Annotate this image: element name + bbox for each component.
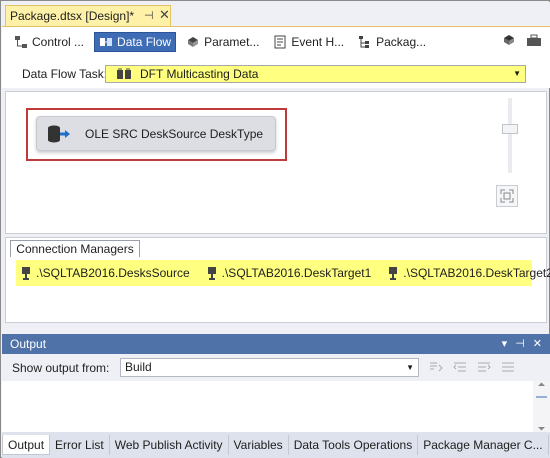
component-label: OLE SRC DeskSource DeskType xyxy=(85,126,264,141)
connection-managers-tab[interactable]: Connection Managers xyxy=(10,240,140,257)
tab-error-list[interactable]: Error List xyxy=(50,435,110,455)
connection-managers-panel: Connection Managers .\SQLTAB2016.DesksSo… xyxy=(5,237,550,323)
event-handlers-icon xyxy=(273,35,287,49)
output-panel-title: Output xyxy=(10,337,47,351)
toolbox-icon[interactable] xyxy=(526,33,542,50)
data-flow-task-value: DFT Multicasting Data xyxy=(140,67,259,81)
connection-manager-label: .\SQLTAB2016.DeskTarget1 xyxy=(221,266,372,280)
tab-web-publish-activity[interactable]: Web Publish Activity xyxy=(110,435,229,455)
document-tab-strip: Package.dtsx [Design]* ⊣ ✕ xyxy=(2,2,550,26)
window-position-icon[interactable]: ▾ xyxy=(502,337,508,350)
close-icon[interactable]: ✕ xyxy=(533,337,542,350)
tab-package-explorer[interactable]: Packag... xyxy=(354,32,430,52)
zoom-fit-button[interactable] xyxy=(496,185,518,207)
tab-label: Control ... xyxy=(32,34,85,49)
task-icon xyxy=(116,68,132,80)
parameters-icon xyxy=(186,35,200,49)
tab-data-tools-operations[interactable]: Data Tools Operations xyxy=(289,435,419,455)
vertical-scrollbar[interactable] xyxy=(533,381,550,432)
close-icon[interactable]: ✕ xyxy=(159,7,170,23)
data-flow-icon xyxy=(99,35,113,49)
output-source-select[interactable]: Build ▼ xyxy=(120,358,419,377)
document-tab-title: Package.dtsx [Design]* xyxy=(10,9,135,23)
connection-manager-label: .\SQLTAB2016.DesksSource xyxy=(36,266,190,280)
data-flow-task-row: Data Flow Task: DFT Multicasting Data ▼ xyxy=(2,56,550,88)
output-toolbar: Show output from: Build ▼ xyxy=(2,354,550,381)
connection-manager-item[interactable]: .\SQLTAB2016.DeskTarget1 xyxy=(206,266,372,280)
connection-manager-label: .\SQLTAB2016.DeskTarget2 xyxy=(403,266,550,280)
pin-icon[interactable]: ⊣ xyxy=(144,9,154,22)
data-flow-task-label: Data Flow Task: xyxy=(22,67,108,81)
tab-package-manager-console[interactable]: Package Manager C... xyxy=(418,435,549,455)
show-output-from-label: Show output from: xyxy=(12,361,110,375)
tab-label: Paramet... xyxy=(204,34,260,49)
output-toolbar-buttons xyxy=(428,360,516,374)
connection-icon xyxy=(20,266,32,280)
output-panel-header: Output ▾ ⊣ ✕ xyxy=(2,334,550,354)
tab-label: Data Flow xyxy=(117,34,172,49)
tab-parameters[interactable]: Paramet... xyxy=(182,32,263,52)
output-source-value: Build xyxy=(125,360,152,374)
next-message-icon[interactable] xyxy=(476,360,492,374)
output-text-area[interactable] xyxy=(2,381,550,432)
designer-toolbar-right xyxy=(502,33,542,50)
connection-managers-list: .\SQLTAB2016.DesksSource .\SQLTAB2016.De… xyxy=(16,260,550,286)
variables-icon[interactable] xyxy=(502,33,516,50)
tab-event-handlers[interactable]: Event H... xyxy=(269,32,348,52)
chevron-down-icon: ▼ xyxy=(406,363,414,372)
ole-db-source-icon xyxy=(47,124,71,144)
ole-db-source-component[interactable]: OLE SRC DeskSource DeskType xyxy=(36,116,276,151)
data-flow-task-select[interactable]: DFT Multicasting Data ▼ xyxy=(105,65,526,83)
tab-variables[interactable]: Variables xyxy=(229,435,289,455)
package-explorer-icon xyxy=(358,35,372,49)
tab-data-flow[interactable]: Data Flow xyxy=(94,31,177,52)
tab-output[interactable]: Output xyxy=(2,435,51,455)
tab-label: Event H... xyxy=(291,34,345,49)
component-callout: OLE SRC DeskSource DeskType xyxy=(26,108,287,161)
control-flow-icon xyxy=(14,35,28,49)
chevron-down-icon: ▼ xyxy=(513,69,521,78)
data-flow-design-surface[interactable]: OLE SRC DeskSource DeskType xyxy=(5,91,547,234)
bottom-tool-tabs: Output Error List Web Publish Activity V… xyxy=(2,432,550,458)
ssis-designer-window: Package.dtsx [Design]* ⊣ ✕ Control ... D… xyxy=(0,0,550,458)
pin-icon[interactable]: ⊣ xyxy=(515,337,525,350)
connection-manager-item[interactable]: .\SQLTAB2016.DeskTarget2 xyxy=(387,266,550,280)
document-tab-package[interactable]: Package.dtsx [Design]* ⊣ ✕ xyxy=(5,5,171,26)
connection-icon xyxy=(387,266,399,280)
tab-label: Packag... xyxy=(376,34,427,49)
zoom-slider-track[interactable] xyxy=(508,98,512,173)
designer-tabs-toolbar: Control ... Data Flow Paramet... Event H… xyxy=(2,26,550,56)
connection-icon xyxy=(206,266,218,280)
previous-message-icon[interactable] xyxy=(452,360,468,374)
connection-manager-item[interactable]: .\SQLTAB2016.DesksSource xyxy=(20,266,190,280)
find-message-icon[interactable] xyxy=(428,360,444,374)
clear-all-icon[interactable] xyxy=(500,360,516,374)
output-header-buttons: ▾ ⊣ ✕ xyxy=(502,337,542,350)
zoom-slider-thumb[interactable] xyxy=(502,124,518,134)
tab-control-flow[interactable]: Control ... xyxy=(10,32,88,52)
